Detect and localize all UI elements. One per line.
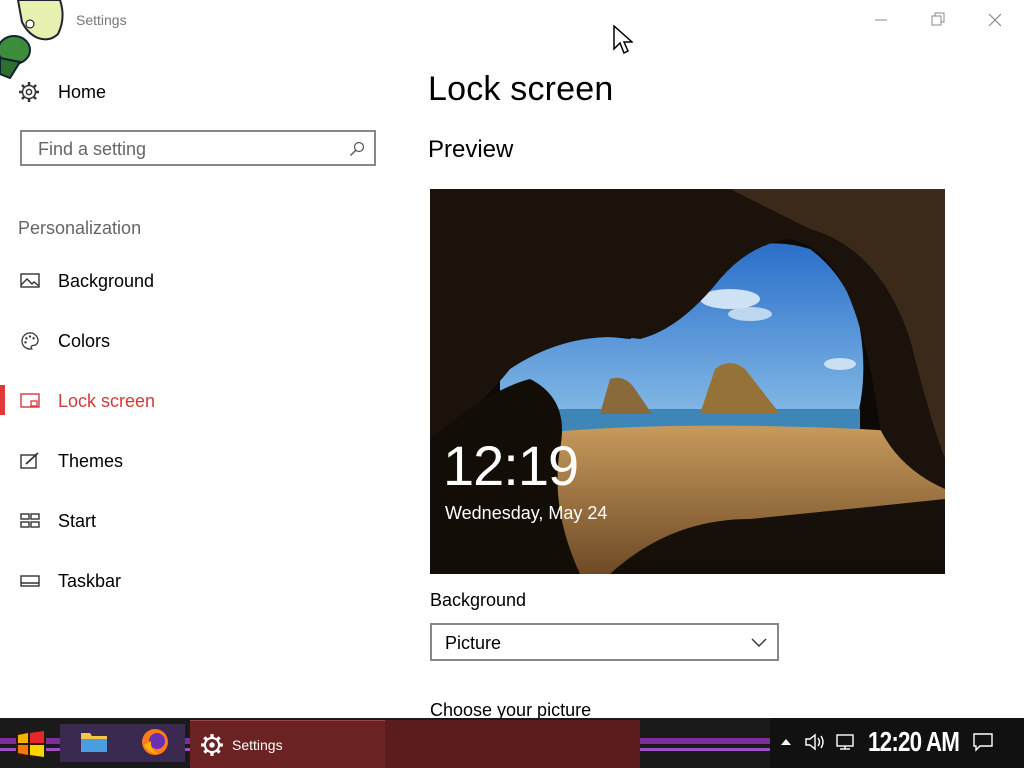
search-box[interactable] — [20, 130, 376, 166]
lock-screen-icon — [20, 393, 40, 408]
sidebar-item-label: Colors — [58, 331, 111, 351]
home-nav-item[interactable]: Home — [18, 78, 106, 106]
sidebar-item-label: Background — [58, 271, 155, 291]
minimize-button[interactable] — [853, 0, 909, 40]
user-avatar-icon — [0, 0, 64, 80]
gear-icon — [19, 82, 39, 102]
themes-icon — [20, 452, 39, 469]
minimize-icon — [875, 19, 887, 21]
home-label: Home — [58, 81, 107, 102]
start-icon — [20, 513, 40, 528]
preview-heading: Preview — [428, 136, 514, 163]
restore-icon — [931, 12, 945, 26]
restore-button[interactable] — [910, 0, 966, 40]
background-dropdown[interactable]: Picture — [430, 623, 779, 661]
sidebar-item-background[interactable]: Background — [0, 261, 380, 301]
settings-gear-icon — [201, 734, 223, 756]
taskbar-settings-label: Settings — [232, 737, 283, 753]
sidebar-item-label: Themes — [58, 451, 124, 471]
taskbar-icon — [20, 575, 40, 587]
background-label: Background — [430, 590, 527, 610]
palette-icon — [21, 332, 39, 350]
firefox-icon[interactable] — [140, 727, 170, 757]
network-icon[interactable] — [834, 733, 856, 751]
taskbar-empty-area — [385, 720, 640, 768]
page-title: Lock screen — [428, 70, 614, 108]
sidebar-item-themes[interactable]: Themes — [0, 441, 380, 481]
picture-icon — [20, 273, 40, 288]
close-button[interactable] — [967, 0, 1023, 40]
mouse-cursor-icon — [613, 25, 633, 55]
lock-screen-preview: 12:19 Wednesday, May 24 — [430, 189, 945, 574]
preview-clock: 12:19 — [443, 434, 579, 497]
volume-icon[interactable] — [804, 733, 826, 751]
start-icon[interactable] — [14, 727, 48, 759]
sidebar-item-colors[interactable]: Colors — [0, 321, 380, 361]
title-bar: Settings — [0, 0, 1024, 80]
sidebar-item-label: Taskbar — [58, 571, 122, 591]
file-explorer-icon[interactable] — [80, 728, 108, 754]
chevron-up-icon[interactable] — [780, 737, 792, 747]
search-input[interactable] — [36, 137, 340, 161]
notification-icon[interactable] — [972, 732, 994, 752]
window-title: Settings — [76, 12, 127, 28]
close-icon — [988, 13, 1002, 27]
search-icon[interactable] — [349, 141, 365, 157]
taskbar-settings-button[interactable]: Settings — [190, 720, 385, 768]
taskbar-clock[interactable]: 12:20 AM — [868, 726, 960, 758]
sidebar-item-label: Start — [58, 511, 97, 531]
sidebar-item-taskbar[interactable]: Taskbar — [0, 561, 380, 601]
sidebar-item-label: Lock screen — [58, 391, 156, 411]
sidebar-item-start[interactable]: Start — [0, 501, 380, 541]
background-dropdown-value: Picture — [445, 633, 502, 653]
preview-date: Wednesday, May 24 — [445, 503, 608, 523]
taskbar: Settings 12:20 AM — [0, 718, 1024, 768]
section-title-personalization: Personalization — [18, 218, 142, 238]
chevron-down-icon — [751, 638, 767, 647]
sidebar-item-lock-screen[interactable]: Lock screen — [0, 381, 380, 421]
